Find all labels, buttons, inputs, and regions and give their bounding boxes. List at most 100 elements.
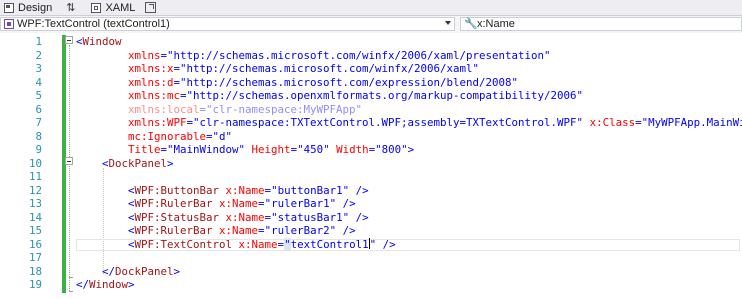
line-number: 13	[28, 197, 42, 210]
code-token: x:Name	[232, 237, 278, 251]
code-token: />	[349, 210, 369, 224]
code-token: xmlns:d	[76, 75, 174, 89]
code-token: x:Name	[219, 183, 265, 197]
line-number: 4	[35, 75, 42, 89]
code-token: <	[76, 210, 135, 224]
code-line[interactable]: 15 <WPF:RulerBar x:Name="rulerBar2" />	[0, 224, 742, 238]
code-line[interactable]: 16 <WPF:TextControl x:Name="textControl1…	[0, 237, 742, 252]
code-text: </Window>	[76, 278, 135, 292]
code-token: <	[76, 183, 135, 197]
code-token: x:Name	[212, 224, 259, 237]
code-line[interactable]: 12 <WPF:ButtonBar x:Name="buttonBar1" />	[0, 184, 742, 198]
code-token: xmlns:WPF	[76, 116, 187, 129]
line-number: 2	[35, 48, 42, 62]
code-line[interactable]: 1 <Window	[0, 35, 742, 49]
line-number: 12	[28, 183, 42, 197]
code-token: "http://schemas.openxmlformats.org/marku…	[186, 89, 584, 102]
code-line[interactable]: 2 xmlns="http://schemas.microsoft.com/wi…	[0, 49, 742, 63]
code-token: WPF:ButtonBar	[134, 183, 220, 197]
code-token: </	[76, 264, 116, 278]
property-icon: 🔧	[464, 18, 478, 30]
code-token: >	[128, 278, 135, 291]
code-token: "MainWindow"	[167, 143, 246, 156]
tab-design[interactable]: Design	[0, 0, 58, 15]
code-token: x:Name	[219, 210, 265, 224]
code-token: x:Name	[212, 197, 259, 210]
code-line[interactable]: 5 xmlns:mc="http://schemas.openxmlformat…	[0, 89, 742, 103]
code-token: Width	[329, 143, 369, 156]
property-selector-combo[interactable]: 🔧 x:Name	[460, 17, 742, 31]
code-text: <WPF:RulerBar x:Name="rulerBar1" />	[76, 197, 356, 211]
code-text: </DockPanel>	[76, 265, 180, 279]
xaml-code-editor[interactable]: 1 <Window 2 xmlns="http://schemas.microsof…	[0, 33, 742, 299]
code-line[interactable]: 8 mc:Ignorable="d"	[0, 130, 742, 144]
code-token: "http://schemas.microsoft.com/winfx/2006…	[180, 62, 480, 75]
code-line[interactable]: 13 <WPF:RulerBar x:Name="rulerBar1" />	[0, 197, 742, 211]
code-text: <DockPanel>	[76, 157, 174, 171]
code-token: />	[336, 197, 356, 210]
line-number: 15	[28, 224, 42, 237]
code-token: <	[76, 237, 135, 251]
code-token: "clr-namespace:MyWPFApp"	[206, 102, 363, 116]
swap-panes-button[interactable]: ⇅	[58, 0, 87, 15]
code-text: xmlns:d="http://schemas.microsoft.com/ex…	[76, 76, 518, 90]
element-selector-combo[interactable]: WPF:TextControl (textControl1)	[0, 17, 455, 31]
code-line[interactable]: 11	[0, 170, 742, 184]
code-line[interactable]: 4 xmlns:d="http://schemas.microsoft.com/…	[0, 76, 742, 90]
code-token: Height	[245, 143, 291, 156]
line-number: 8	[35, 129, 42, 143]
line-number: 14	[28, 210, 42, 224]
swap-panes-icon: ⇅	[66, 1, 76, 14]
popout-button[interactable]	[141, 0, 166, 15]
design-view-icon	[4, 2, 14, 13]
code-token: >	[173, 264, 181, 278]
code-line[interactable]: 10 <DockPanel>	[0, 157, 742, 171]
code-token: >	[167, 156, 174, 170]
code-text: xmlns="http://schemas.microsoft.com/winf…	[76, 49, 551, 63]
tab-xaml-label: XAML	[105, 1, 136, 14]
code-line[interactable]: 18 </DockPanel>	[0, 265, 742, 279]
chevron-down-icon	[445, 21, 451, 25]
popout-icon	[145, 2, 157, 13]
code-token: "800"	[375, 143, 408, 156]
tab-design-label: Design	[18, 1, 53, 14]
code-token: "buttonBar1"	[271, 183, 350, 197]
code-token: DockPanel	[108, 156, 168, 170]
code-token: "450"	[297, 143, 330, 156]
code-text: <WPF:ButtonBar x:Name="buttonBar1" />	[76, 184, 369, 198]
code-token: />	[349, 183, 369, 197]
line-number: 5	[35, 89, 42, 102]
code-text: <WPF:TextControl x:Name="textControl1" /…	[76, 237, 396, 252]
code-token: Window	[82, 35, 122, 48]
code-token: "d"	[212, 129, 233, 143]
code-text: <Window	[76, 35, 122, 49]
code-token: WPF:StatusBar	[134, 210, 220, 224]
code-token: >	[407, 143, 415, 156]
code-line[interactable]: 3 xmlns:x="http://schemas.microsoft.com/…	[0, 62, 742, 76]
tab-xaml[interactable]: XAML	[87, 0, 141, 15]
code-text: xmlns:mc="http://schemas.openxmlformats.…	[76, 89, 583, 103]
code-token: xmlns	[76, 48, 161, 62]
code-line[interactable]: 9 Title="MainWindow" Height="450" Width=…	[0, 143, 742, 157]
line-number: 18	[28, 264, 42, 278]
code-line[interactable]: 7 xmlns:WPF="clr-namespace:TXTextControl…	[0, 116, 742, 130]
code-token: </	[76, 278, 90, 291]
element-selector-value: WPF:TextControl (textControl1)	[17, 18, 170, 30]
element-icon	[4, 19, 14, 29]
code-text: xmlns:local="clr-namespace:MyWPFApp"	[76, 103, 362, 117]
code-token: Window	[89, 278, 129, 291]
code-token: />	[376, 237, 396, 251]
property-selector-value: x:Name	[477, 18, 515, 30]
code-token: <	[76, 197, 135, 210]
code-line[interactable]: 6 xmlns:local="clr-namespace:MyWPFApp"	[0, 103, 742, 117]
code-token: WPF:TextControl	[134, 237, 233, 251]
code-text: mc:Ignorable="d"	[76, 130, 232, 144]
code-token: "clr-namespace:TXTextControl.WPF;assembl…	[193, 116, 584, 129]
code-text: <WPF:StatusBar x:Name="statusBar1" />	[76, 211, 369, 225]
line-number: 10	[28, 156, 42, 170]
code-line[interactable]: 14 <WPF:StatusBar x:Name="statusBar1" />	[0, 211, 742, 225]
code-line[interactable]: 19 </Window>	[0, 278, 742, 292]
code-line[interactable]: 17	[0, 251, 742, 265]
code-token: <	[76, 224, 135, 237]
code-token: "statusBar1"	[271, 210, 350, 224]
